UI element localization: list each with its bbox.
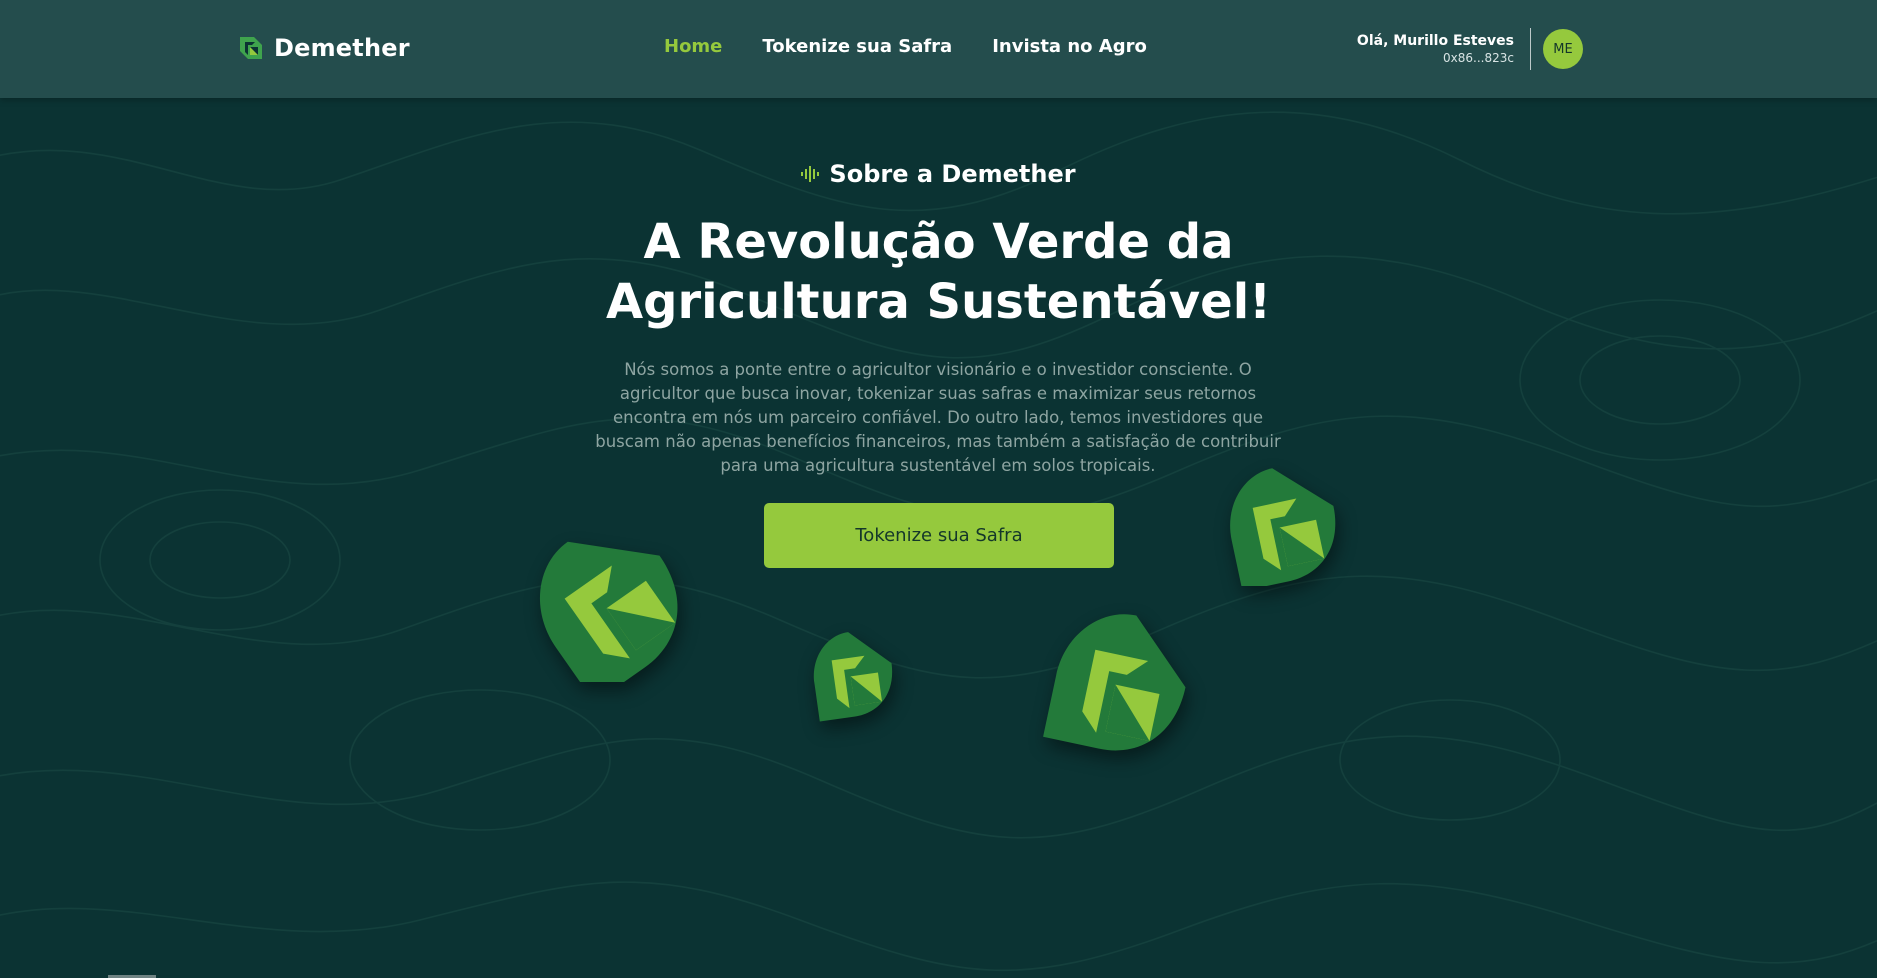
sound-wave-icon bbox=[801, 166, 820, 182]
leaf-logo-icon bbox=[1043, 608, 1198, 758]
user-menu[interactable]: Olá, Murillo Esteves 0x86...823c ME bbox=[1357, 28, 1583, 70]
demether-leaf-logo-icon bbox=[240, 37, 262, 59]
top-navbar: Demether Home Tokenize sua Safra Invista… bbox=[0, 0, 1877, 98]
nav-link-invista-agro[interactable]: Invista no Agro bbox=[992, 36, 1147, 57]
brand-logo-link[interactable]: Demether bbox=[238, 34, 410, 62]
leaf-logo-icon bbox=[510, 522, 708, 682]
main-nav: Home Tokenize sua Safra Invista no Agro bbox=[664, 36, 1147, 57]
wallet-address: 0x86...823c bbox=[1443, 51, 1514, 65]
leaf-logo-icon bbox=[1218, 462, 1347, 586]
nav-link-tokenize-safra[interactable]: Tokenize sua Safra bbox=[762, 36, 952, 57]
section-eyebrow-label: Sobre a Demether bbox=[829, 160, 1076, 188]
page: Demether Home Tokenize sua Safra Invista… bbox=[0, 0, 1877, 978]
topographic-background bbox=[0, 111, 1877, 972]
hero-headline-line-1: A Revolução Verde da bbox=[643, 214, 1234, 270]
user-greeting: Olá, Murillo Esteves bbox=[1356, 33, 1514, 49]
nav-link-home[interactable]: Home bbox=[664, 36, 722, 57]
tokenize-safra-button[interactable]: Tokenize sua Safra bbox=[764, 503, 1114, 568]
avatar[interactable]: ME bbox=[1543, 29, 1583, 69]
hero-headline-line-2: Agricultura Sustentável! bbox=[605, 274, 1272, 330]
hero-description: Nós somos a ponte entre o agricultor vis… bbox=[595, 360, 1281, 475]
section-eyebrow: Sobre a Demether bbox=[0, 160, 1877, 188]
brand-name: Demether bbox=[274, 34, 410, 62]
hero-headline: A Revolução Verde da Agricultura Sustent… bbox=[0, 212, 1877, 332]
user-info: Olá, Murillo Esteves 0x86...823c bbox=[1357, 28, 1531, 70]
leaf-logo-icon bbox=[808, 626, 899, 722]
